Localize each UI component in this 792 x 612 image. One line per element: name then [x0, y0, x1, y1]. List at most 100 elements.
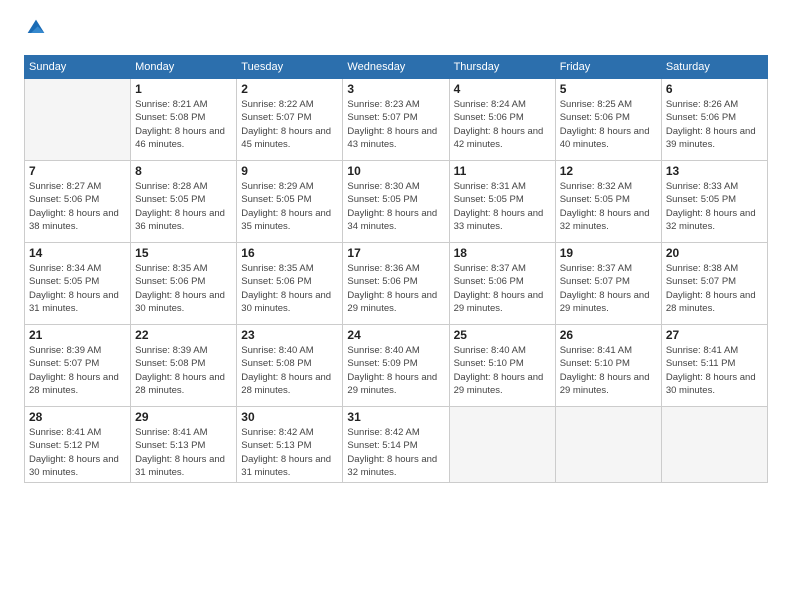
day-info: Sunrise: 8:30 AMSunset: 5:05 PMDaylight:… — [347, 180, 444, 233]
calendar-week-row: 28Sunrise: 8:41 AMSunset: 5:12 PMDayligh… — [25, 407, 768, 483]
page-header — [24, 20, 768, 43]
day-number: 22 — [135, 328, 232, 342]
day-number: 26 — [560, 328, 657, 342]
day-number: 12 — [560, 164, 657, 178]
day-info: Sunrise: 8:37 AMSunset: 5:06 PMDaylight:… — [454, 262, 551, 315]
calendar-cell: 4 Sunrise: 8:24 AMSunset: 5:06 PMDaylight… — [449, 79, 555, 161]
day-info: Sunrise: 8:42 AMSunset: 5:13 PMDaylight:… — [241, 426, 338, 479]
day-number: 1 — [135, 82, 232, 96]
day-info: Sunrise: 8:36 AMSunset: 5:06 PMDaylight:… — [347, 262, 444, 315]
weekday-header-wednesday: Wednesday — [343, 56, 449, 79]
day-number: 11 — [454, 164, 551, 178]
day-info: Sunrise: 8:31 AMSunset: 5:05 PMDaylight:… — [454, 180, 551, 233]
day-info: Sunrise: 8:40 AMSunset: 5:10 PMDaylight:… — [454, 344, 551, 397]
calendar-cell: 15 Sunrise: 8:35 AMSunset: 5:06 PMDayligh… — [131, 243, 237, 325]
calendar-week-row: 14 Sunrise: 8:34 AMSunset: 5:05 PMDayligh… — [25, 243, 768, 325]
day-info: Sunrise: 8:27 AMSunset: 5:06 PMDaylight:… — [29, 180, 126, 233]
calendar-cell: 8 Sunrise: 8:28 AMSunset: 5:05 PMDaylight… — [131, 161, 237, 243]
calendar-cell — [661, 407, 767, 483]
calendar-cell: 5Sunrise: 8:25 AMSunset: 5:06 PMDaylight… — [555, 79, 661, 161]
calendar-cell: 9 Sunrise: 8:29 AMSunset: 5:05 PMDaylight… — [237, 161, 343, 243]
day-info: Sunrise: 8:34 AMSunset: 5:05 PMDaylight:… — [29, 262, 126, 315]
calendar-week-row: 1 Sunrise: 8:21 AMSunset: 5:08 PMDaylight… — [25, 79, 768, 161]
calendar-cell: 26 Sunrise: 8:41 AMSunset: 5:10 PMDayligh… — [555, 325, 661, 407]
calendar-cell: 31Sunrise: 8:42 AMSunset: 5:14 PMDayligh… — [343, 407, 449, 483]
calendar-cell: 12Sunrise: 8:32 AMSunset: 5:05 PMDayligh… — [555, 161, 661, 243]
calendar-cell — [555, 407, 661, 483]
calendar-cell: 20 Sunrise: 8:38 AMSunset: 5:07 PMDayligh… — [661, 243, 767, 325]
day-info: Sunrise: 8:22 AMSunset: 5:07 PMDaylight:… — [241, 98, 338, 151]
day-number: 15 — [135, 246, 232, 260]
day-number: 28 — [29, 410, 126, 424]
calendar-cell: 10 Sunrise: 8:30 AMSunset: 5:05 PMDayligh… — [343, 161, 449, 243]
calendar-cell: 28Sunrise: 8:41 AMSunset: 5:12 PMDayligh… — [25, 407, 131, 483]
calendar-page: SundayMondayTuesdayWednesdayThursdayFrid… — [0, 0, 792, 612]
day-number: 13 — [666, 164, 763, 178]
day-info: Sunrise: 8:39 AMSunset: 5:07 PMDaylight:… — [29, 344, 126, 397]
day-info: Sunrise: 8:23 AMSunset: 5:07 PMDaylight:… — [347, 98, 444, 151]
weekday-header-row: SundayMondayTuesdayWednesdayThursdayFrid… — [25, 56, 768, 79]
logo — [24, 20, 46, 43]
day-number: 14 — [29, 246, 126, 260]
weekday-header-thursday: Thursday — [449, 56, 555, 79]
day-info: Sunrise: 8:21 AMSunset: 5:08 PMDaylight:… — [135, 98, 232, 151]
weekday-header-tuesday: Tuesday — [237, 56, 343, 79]
calendar-week-row: 7 Sunrise: 8:27 AMSunset: 5:06 PMDaylight… — [25, 161, 768, 243]
calendar-cell: 1 Sunrise: 8:21 AMSunset: 5:08 PMDaylight… — [131, 79, 237, 161]
calendar-week-row: 21 Sunrise: 8:39 AMSunset: 5:07 PMDayligh… — [25, 325, 768, 407]
calendar-cell: 27 Sunrise: 8:41 AMSunset: 5:11 PMDayligh… — [661, 325, 767, 407]
day-number: 4 — [454, 82, 551, 96]
calendar-cell: 22 Sunrise: 8:39 AMSunset: 5:08 PMDayligh… — [131, 325, 237, 407]
day-number: 20 — [666, 246, 763, 260]
day-number: 9 — [241, 164, 338, 178]
day-info: Sunrise: 8:28 AMSunset: 5:05 PMDaylight:… — [135, 180, 232, 233]
calendar-cell — [25, 79, 131, 161]
calendar-cell: 23 Sunrise: 8:40 AMSunset: 5:08 PMDayligh… — [237, 325, 343, 407]
day-info: Sunrise: 8:35 AMSunset: 5:06 PMDaylight:… — [241, 262, 338, 315]
day-info: Sunrise: 8:41 AMSunset: 5:10 PMDaylight:… — [560, 344, 657, 397]
day-number: 10 — [347, 164, 444, 178]
calendar-cell: 21 Sunrise: 8:39 AMSunset: 5:07 PMDayligh… — [25, 325, 131, 407]
day-number: 17 — [347, 246, 444, 260]
day-number: 21 — [29, 328, 126, 342]
calendar-cell: 11 Sunrise: 8:31 AMSunset: 5:05 PMDayligh… — [449, 161, 555, 243]
calendar-cell: 13Sunrise: 8:33 AMSunset: 5:05 PMDayligh… — [661, 161, 767, 243]
day-info: Sunrise: 8:38 AMSunset: 5:07 PMDaylight:… — [666, 262, 763, 315]
day-info: Sunrise: 8:35 AMSunset: 5:06 PMDaylight:… — [135, 262, 232, 315]
day-number: 3 — [347, 82, 444, 96]
logo-icon — [26, 18, 46, 38]
day-number: 27 — [666, 328, 763, 342]
day-number: 19 — [560, 246, 657, 260]
day-number: 8 — [135, 164, 232, 178]
day-info: Sunrise: 8:37 AMSunset: 5:07 PMDaylight:… — [560, 262, 657, 315]
day-info: Sunrise: 8:41 AMSunset: 5:13 PMDaylight:… — [135, 426, 232, 479]
calendar-cell: 17 Sunrise: 8:36 AMSunset: 5:06 PMDayligh… — [343, 243, 449, 325]
weekday-header-sunday: Sunday — [25, 56, 131, 79]
day-number: 18 — [454, 246, 551, 260]
day-number: 25 — [454, 328, 551, 342]
day-info: Sunrise: 8:42 AMSunset: 5:14 PMDaylight:… — [347, 426, 444, 479]
calendar-cell: 2 Sunrise: 8:22 AMSunset: 5:07 PMDaylight… — [237, 79, 343, 161]
calendar-cell: 18 Sunrise: 8:37 AMSunset: 5:06 PMDayligh… — [449, 243, 555, 325]
calendar-cell: 7 Sunrise: 8:27 AMSunset: 5:06 PMDaylight… — [25, 161, 131, 243]
day-info: Sunrise: 8:40 AMSunset: 5:09 PMDaylight:… — [347, 344, 444, 397]
day-number: 24 — [347, 328, 444, 342]
day-number: 2 — [241, 82, 338, 96]
calendar-cell: 24 Sunrise: 8:40 AMSunset: 5:09 PMDayligh… — [343, 325, 449, 407]
day-info: Sunrise: 8:26 AMSunset: 5:06 PMDaylight:… — [666, 98, 763, 151]
day-number: 23 — [241, 328, 338, 342]
day-number: 16 — [241, 246, 338, 260]
day-info: Sunrise: 8:41 AMSunset: 5:11 PMDaylight:… — [666, 344, 763, 397]
day-number: 7 — [29, 164, 126, 178]
day-info: Sunrise: 8:39 AMSunset: 5:08 PMDaylight:… — [135, 344, 232, 397]
day-info: Sunrise: 8:29 AMSunset: 5:05 PMDaylight:… — [241, 180, 338, 233]
weekday-header-saturday: Saturday — [661, 56, 767, 79]
day-number: 30 — [241, 410, 338, 424]
weekday-header-monday: Monday — [131, 56, 237, 79]
day-info: Sunrise: 8:25 AMSunset: 5:06 PMDaylight:… — [560, 98, 657, 151]
calendar-cell: 14 Sunrise: 8:34 AMSunset: 5:05 PMDayligh… — [25, 243, 131, 325]
day-info: Sunrise: 8:40 AMSunset: 5:08 PMDaylight:… — [241, 344, 338, 397]
calendar-cell: 3 Sunrise: 8:23 AMSunset: 5:07 PMDaylight… — [343, 79, 449, 161]
day-info: Sunrise: 8:24 AMSunset: 5:06 PMDaylight:… — [454, 98, 551, 151]
day-number: 6 — [666, 82, 763, 96]
